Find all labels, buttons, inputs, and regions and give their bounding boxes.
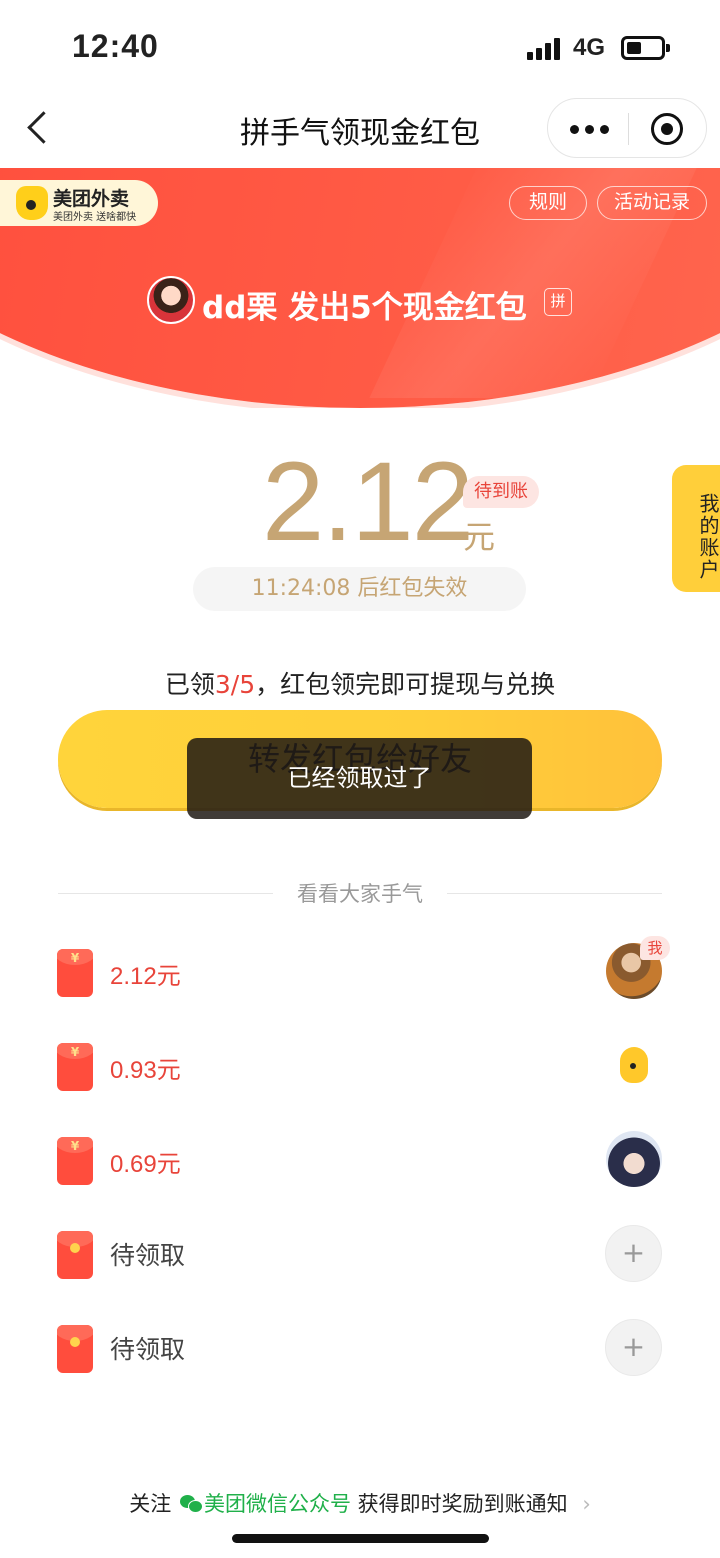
- red-envelope-icon: ¥: [57, 1043, 93, 1091]
- capsule-divider: [628, 113, 629, 145]
- countdown: 11:24:08: [251, 576, 351, 601]
- red-envelope-icon: ¥: [57, 1137, 93, 1185]
- footer-prefix: 关注: [129, 1492, 172, 1516]
- activity-records-button[interactable]: 活动记录: [597, 186, 707, 220]
- wechat-icon: [179, 1495, 203, 1513]
- network-type: 4G: [573, 34, 606, 61]
- invite-add-button[interactable]: +: [605, 1225, 662, 1282]
- closed-envelope-icon: [57, 1325, 93, 1373]
- invite-add-button[interactable]: +: [605, 1319, 662, 1376]
- status-time: 12:40: [72, 28, 159, 64]
- progress-count: 3/5: [214, 670, 256, 699]
- status-bar: 12:40 4G: [0, 0, 720, 90]
- claim-amount: 0.93元: [110, 1057, 181, 1084]
- claim-amount: 2.12元: [110, 963, 181, 990]
- amount-unit: 元: [463, 518, 496, 556]
- kangaroo-logo-icon: [16, 186, 48, 220]
- battery-icon: [621, 36, 670, 60]
- luck-section-title: 看看大家手气: [297, 882, 423, 906]
- claims-list: ¥ 2.12元 我 ¥ 0.93元 ¥ 0.69元 待领取 + 待领取 +: [0, 925, 720, 1395]
- me-tag: 我: [640, 936, 670, 960]
- meituan-logo: 美团外卖 美团外卖 送啥都快: [0, 180, 158, 226]
- wechat-account-link[interactable]: 美团微信公众号: [204, 1492, 351, 1516]
- list-item: ¥ 0.93元: [0, 1019, 720, 1113]
- pending-label: 待领取: [110, 1335, 186, 1364]
- mini-program-capsule: [547, 98, 707, 158]
- luck-section-divider: 看看大家手气: [58, 878, 662, 906]
- signal-icon: [527, 38, 565, 60]
- sender-row: dd栗 发出5个现金红包 拼: [0, 276, 720, 326]
- list-item: ¥ 0.69元: [0, 1113, 720, 1207]
- logo-name: 美团外卖: [53, 188, 130, 210]
- more-icon[interactable]: [570, 125, 610, 135]
- countdown-suffix: 后红包失效: [357, 576, 468, 601]
- avatar: [606, 1037, 662, 1093]
- expiry-timer: 11:24:08 后红包失效: [193, 567, 526, 611]
- close-target-icon[interactable]: [651, 113, 683, 145]
- pending-arrival-tag: 待到账: [463, 476, 539, 508]
- progress-suffix: ，红包领完即可提现与兑换: [255, 670, 556, 699]
- progress-prefix: 已领: [164, 670, 215, 699]
- logo-slogan: 美团外卖 送啥都快: [53, 212, 137, 223]
- follow-footer[interactable]: 关注 美团微信公众号 获得即时奖励到账通知 ›: [0, 1488, 720, 1518]
- rules-button[interactable]: 规则: [509, 186, 587, 220]
- pin-badge: 拼: [544, 288, 572, 316]
- red-envelope-icon: ¥: [57, 949, 93, 997]
- claim-amount: 0.69元: [110, 1151, 181, 1178]
- my-account-tab[interactable]: 我的账户: [672, 465, 720, 592]
- sender-text: dd栗 发出5个现金红包: [202, 290, 527, 326]
- avatar: [606, 1131, 662, 1187]
- list-item: 待领取 +: [0, 1301, 720, 1395]
- closed-envelope-icon: [57, 1231, 93, 1279]
- chevron-right-icon: ›: [582, 1492, 591, 1516]
- pending-label: 待领取: [110, 1241, 186, 1270]
- sender-avatar: [147, 276, 195, 324]
- claim-progress: 已领3/5，红包领完即可提现与兑换: [0, 665, 720, 701]
- toast-message: 已经领取过了: [187, 738, 532, 819]
- nav-bar: 拼手气领现金红包: [0, 90, 720, 168]
- red-banner: 美团外卖 美团外卖 送啥都快 规则 活动记录 dd栗 发出5个现金红包 拼: [0, 168, 720, 408]
- footer-suffix: 获得即时奖励到账通知: [357, 1492, 568, 1516]
- list-item: 待领取 +: [0, 1207, 720, 1301]
- amount-value: 2.12: [262, 439, 474, 564]
- list-item: ¥ 2.12元 我: [0, 925, 720, 1019]
- home-indicator: [232, 1534, 489, 1543]
